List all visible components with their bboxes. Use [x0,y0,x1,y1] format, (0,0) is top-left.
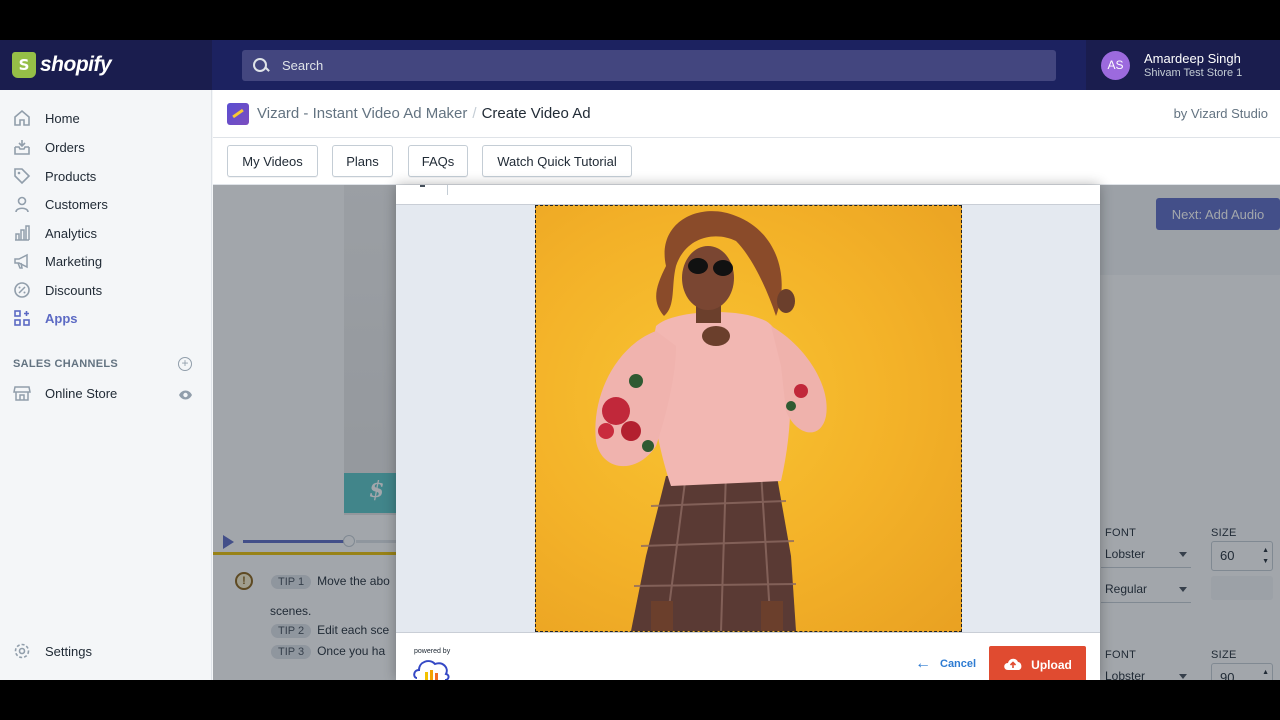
cancel-label: Cancel [940,658,977,670]
modal-top-bar [396,185,1100,205]
megaphone-icon [12,251,32,271]
add-channel-plus-icon[interactable]: + [178,357,192,371]
cloud-upload-icon [1003,657,1023,674]
store-icon [12,383,32,403]
sidebar-item-label: Orders [45,139,85,155]
sidebar-item-label: Analytics [45,225,98,241]
app-header: Vizard - Instant Video Ad Maker / Create… [213,90,1280,138]
uploaded-photo [595,211,827,631]
sidebar-item-products[interactable]: Products [0,162,212,190]
shopify-logo[interactable]: S shopify [0,40,212,90]
eye-icon[interactable] [178,388,193,406]
sidebar-item-apps[interactable]: Apps [0,304,212,332]
home-icon [12,108,32,128]
plans-button[interactable]: Plans [332,145,393,177]
sidebar-item-label: Settings [45,643,92,659]
sidebar-item-home[interactable]: Home [0,104,212,132]
sidebar-item-analytics[interactable]: Analytics [0,219,212,247]
search-input[interactable]: Search [242,50,1056,81]
vizard-app-icon [227,102,249,125]
by-line: by Vizard Studio [1173,106,1268,121]
sidebar-item-label: Customers [45,196,108,212]
arrow-left-icon: ← [915,655,931,672]
upload-label: Upload [1031,658,1072,672]
logo-text: shopify [40,53,112,76]
person-icon [12,194,32,214]
sidebar-item-orders[interactable]: Orders [0,133,212,161]
faqs-button[interactable]: FAQs [408,145,468,177]
chart-icon [12,223,32,243]
modal-divider [447,185,448,195]
app-toolbar: My Videos Plans FAQs Watch Quick Tutoria… [213,138,1280,185]
user-name: Amardeep Singh [1144,51,1241,66]
my-videos-button[interactable]: My Videos [227,145,318,177]
gear-icon [12,641,32,661]
sidebar-item-label: Online Store [45,385,118,401]
search-icon [252,57,270,75]
sidebar-item-label: Products [45,168,97,184]
avatar: AS [1101,50,1130,80]
breadcrumb-app[interactable]: Vizard - Instant Video Ad Maker [257,105,467,122]
image-crop-modal: powered by ← Cancel Upload [396,185,1100,680]
page-title: Create Video Ad [481,105,591,122]
user-menu[interactable]: AS Amardeep Singh Shivam Test Store 1 [1086,40,1280,90]
discount-icon [12,280,32,300]
powered-by-label: powered by [414,648,451,655]
shopify-bag-icon: S [12,52,36,78]
tag-icon [12,166,32,186]
cancel-button[interactable]: ← Cancel [915,655,976,673]
app-frame: S shopify Search AS Amardeep Singh Shiva… [0,40,1280,680]
sidebar-item-customers[interactable]: Customers [0,190,212,218]
upload-button[interactable]: Upload [989,646,1086,680]
sidebar: Home Orders Products Customers Analytics [0,90,212,680]
sidebar-item-settings[interactable]: Settings [0,637,212,665]
watch-tutorial-button[interactable]: Watch Quick Tutorial [482,145,632,177]
top-bar: S shopify Search AS Amardeep Singh Shiva… [0,40,1280,90]
cloudinary-logo-icon [413,658,451,680]
store-name: Shivam Test Store 1 [1144,67,1243,79]
sidebar-item-marketing[interactable]: Marketing [0,247,212,275]
sidebar-item-label: Home [45,110,80,126]
sidebar-item-label: Apps [45,310,78,326]
sales-channels-heading: SALES CHANNELS [13,358,119,370]
orders-icon [12,137,32,157]
breadcrumb-separator: / [472,105,477,122]
modal-footer: powered by ← Cancel Upload [396,632,1100,680]
sidebar-item-discounts[interactable]: Discounts [0,276,212,304]
modal-mark [420,185,425,187]
sidebar-item-label: Marketing [45,253,103,269]
search-placeholder: Search [282,58,324,73]
apps-icon [12,308,32,328]
sidebar-item-label: Discounts [45,282,103,298]
crop-area[interactable] [535,205,962,632]
